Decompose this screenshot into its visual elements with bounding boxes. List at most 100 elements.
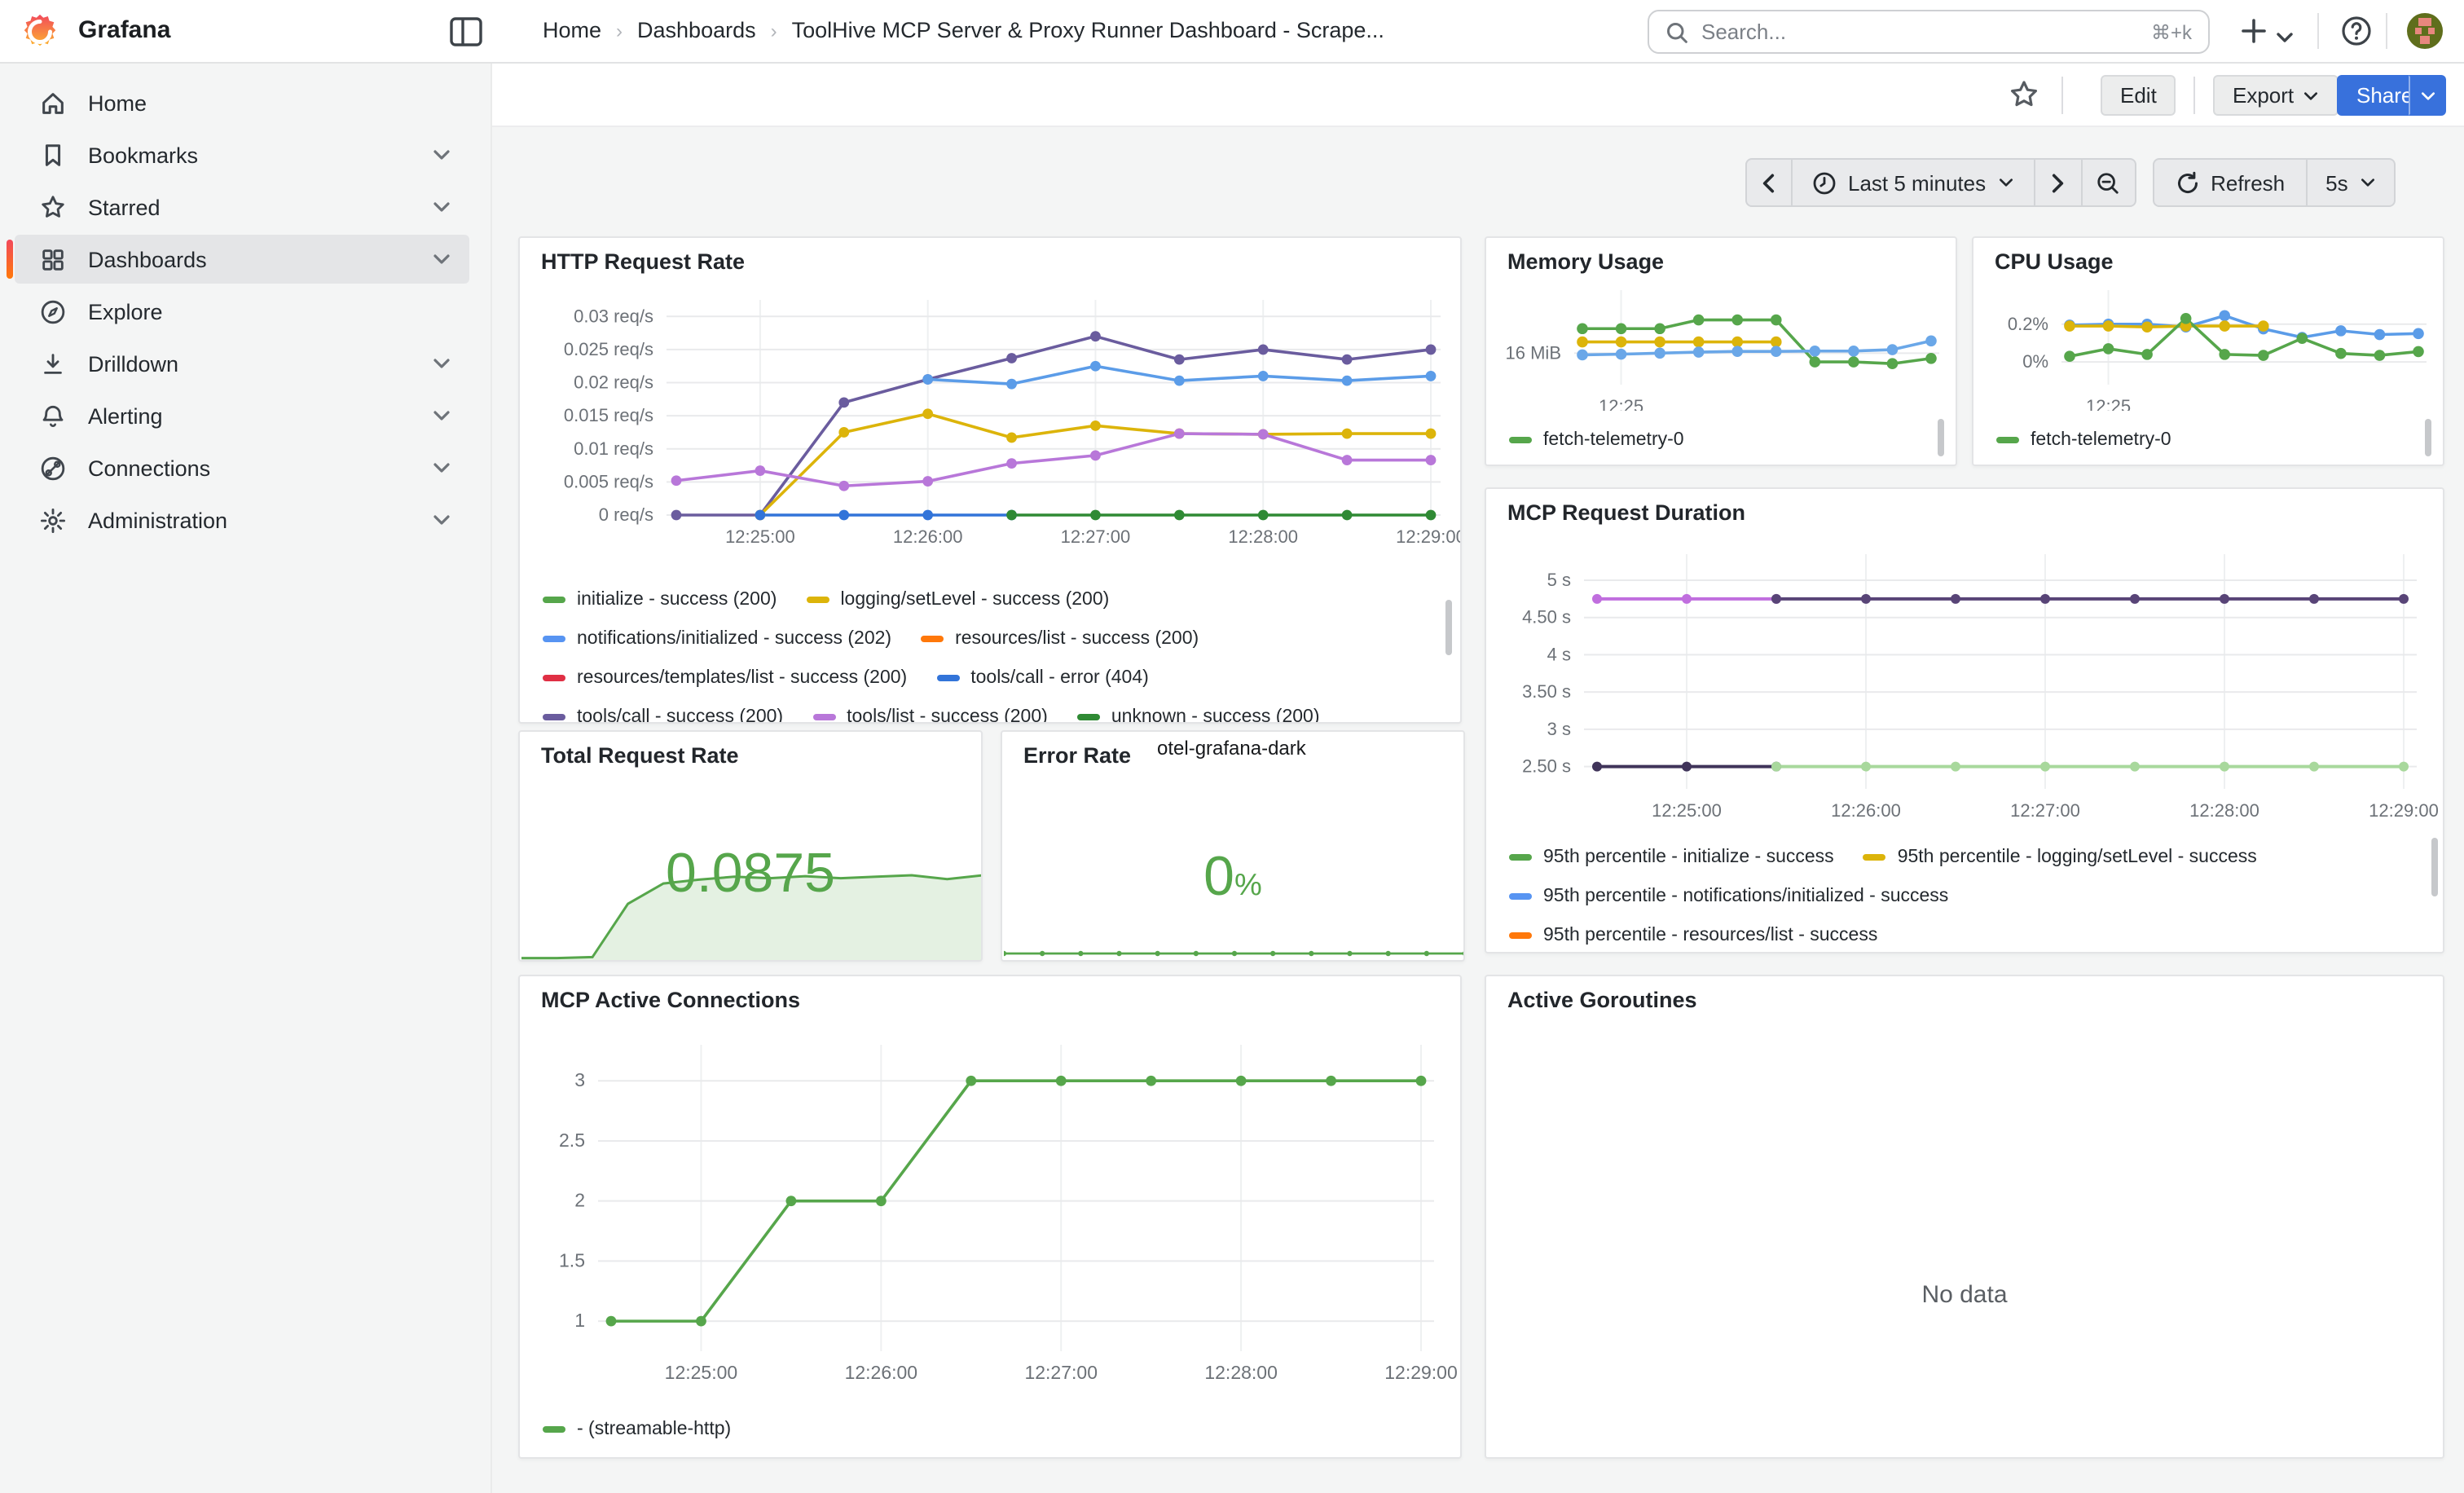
cpu-legend: fetch-telemetry-0: [1996, 421, 2404, 460]
panel-title: MCP Active Connections: [541, 988, 800, 1012]
legend-item[interactable]: unknown - success (200): [1077, 707, 1320, 724]
refresh-label: Refresh: [2211, 170, 2285, 195]
legend-item[interactable]: tools/call - success (200): [543, 707, 783, 724]
legend-item[interactable]: 95th percentile - initialize - success: [1509, 848, 1834, 867]
sidebar-item-label: Drilldown: [88, 351, 432, 376]
help-icon[interactable]: [2340, 15, 2373, 47]
svg-text:12:25:00: 12:25:00: [1652, 800, 1722, 821]
legend-item[interactable]: tools/call - error (404): [936, 668, 1149, 688]
total-request-rate-value: 0.0875: [520, 843, 981, 906]
sidebar-item-bookmarks[interactable]: Bookmarks: [15, 130, 469, 179]
refresh-interval-picker[interactable]: 5s: [2308, 158, 2395, 207]
refresh-button[interactable]: Refresh: [2152, 158, 2308, 207]
sidebar-nav: Home BookmarksStarred Dashboards Explore Dri…: [0, 64, 492, 1493]
edit-button[interactable]: Edit: [2101, 75, 2176, 116]
sidebar-toggle-icon[interactable]: [450, 16, 482, 47]
zoom-out-button[interactable]: [2082, 158, 2136, 207]
legend-scrollbar[interactable]: [2431, 838, 2438, 896]
legend-item[interactable]: fetch-telemetry-0: [1509, 430, 1684, 450]
panel-mcp-active-connections: MCP Active Connections 32.521.5112:25:00…: [518, 975, 1462, 1459]
legend-item[interactable]: tools/list - success (200): [812, 707, 1048, 724]
search-icon: [1665, 20, 1688, 43]
cpu-usage-chart: 0.2%0%12:25: [1973, 274, 2444, 411]
svg-text:12:29:00: 12:29:00: [2369, 800, 2439, 821]
legend-scrollbar[interactable]: [1445, 600, 1452, 655]
connections-legend: - (streamable-http): [543, 1410, 1439, 1449]
mcp-active-connections-chart: 32.521.5112:25:0012:26:0012:27:0012:28:0…: [520, 1019, 1462, 1403]
breadcrumb-home[interactable]: Home: [543, 18, 601, 42]
legend-item[interactable]: logging/setLevel - success (200): [806, 590, 1109, 610]
svg-text:12:27:00: 12:27:00: [2010, 800, 2080, 821]
legend-item[interactable]: resources/list - success (200): [921, 629, 1199, 649]
top-nav: Grafana Home › Dashboards › ToolHive MCP…: [0, 0, 2464, 64]
breadcrumb: Home › Dashboards › ToolHive MCP Server …: [543, 18, 1384, 42]
legend-row: initialize - success (200) logging/setLev…: [543, 580, 1445, 619]
legend-item[interactable]: 95th percentile - logging/setLevel - suc…: [1863, 848, 2257, 867]
star-button[interactable]: [2008, 78, 2040, 111]
time-range-picker[interactable]: Last 5 minutes: [1793, 158, 2035, 207]
sidebar-item-label: Explore: [88, 299, 469, 324]
legend-item[interactable]: resources/templates/list - success (200): [543, 668, 907, 688]
legend-label: tools/list - success (200): [847, 707, 1048, 724]
time-back-button[interactable]: [1745, 158, 1793, 207]
svg-text:0.01 req/s: 0.01 req/s: [574, 438, 653, 459]
breadcrumb-separator: ›: [616, 19, 623, 42]
sidebar-item-connections[interactable]: Connections: [15, 443, 469, 492]
sidebar-item-alerting[interactable]: Alerting: [15, 391, 469, 440]
svg-text:1: 1: [574, 1310, 585, 1331]
sidebar-item-administration[interactable]: Administration: [15, 495, 469, 544]
toolbar-divider: [2193, 77, 2195, 114]
chart-canvas[interactable]: 16 MiB12:25: [1486, 274, 1957, 411]
chart-canvas[interactable]: 0 req/s0.005 req/s0.01 req/s0.015 req/s0…: [520, 284, 1462, 557]
legend-row: fetch-telemetry-0: [1509, 421, 1916, 460]
legend-item[interactable]: 95th percentile - resources/list - succe…: [1509, 926, 1877, 945]
series-color-dash: [1509, 437, 1532, 443]
legend-item[interactable]: 95th percentile - notifications/initiali…: [1509, 887, 1948, 906]
sidebar-item-home[interactable]: Home: [15, 78, 469, 127]
panel-title: Active Goroutines: [1507, 988, 1697, 1012]
legend-scrollbar[interactable]: [2425, 419, 2431, 456]
svg-text:12:28:00: 12:28:00: [1228, 526, 1298, 547]
breadcrumb-dashboards[interactable]: Dashboards: [637, 18, 756, 42]
svg-text:3.50 s: 3.50 s: [1522, 681, 1571, 702]
chart-canvas[interactable]: 0.2%0%12:25: [1973, 274, 2444, 411]
add-button[interactable]: [2237, 15, 2270, 47]
share-menu-button[interactable]: [2409, 75, 2446, 116]
legend-label: fetch-telemetry-0: [2031, 430, 2171, 450]
series-color-dash: [543, 1426, 565, 1433]
svg-text:12:25:00: 12:25:00: [725, 526, 795, 547]
grafana-logo[interactable]: [20, 11, 60, 52]
chart-canvas[interactable]: 5 s4.50 s4 s3.50 s3 s2.50 s12:25:0012:26…: [1486, 531, 2444, 831]
http-request-rate-chart: 0 req/s0.005 req/s0.01 req/s0.015 req/s0…: [520, 284, 1462, 557]
chart-canvas[interactable]: 32.521.5112:25:0012:26:0012:27:0012:28:0…: [520, 1019, 1462, 1403]
svg-text:0.025 req/s: 0.025 req/s: [564, 339, 653, 359]
svg-text:12:27:00: 12:27:00: [1061, 526, 1131, 547]
chevron-down-icon: [1997, 174, 2013, 191]
export-button[interactable]: Export: [2213, 75, 2338, 116]
legend-item[interactable]: fetch-telemetry-0: [1996, 430, 2171, 450]
sidebar-item-label: Dashboards: [88, 247, 432, 271]
add-chevron-icon[interactable]: [2275, 21, 2295, 54]
home-icon: [39, 89, 67, 117]
sidebar-item-label: Alerting: [88, 403, 432, 428]
legend-item[interactable]: initialize - success (200): [543, 590, 777, 610]
http-legend: initialize - success (200) logging/setLev…: [543, 580, 1445, 724]
legend-scrollbar[interactable]: [1938, 419, 1944, 456]
sidebar-item-label: Home: [88, 90, 469, 115]
sidebar-item-drilldown[interactable]: Drilldown: [15, 339, 469, 388]
svg-text:4.50 s: 4.50 s: [1522, 607, 1571, 628]
series-color-dash: [1077, 714, 1100, 720]
series-color-dash: [1863, 854, 1886, 861]
series-color-dash: [1509, 932, 1532, 939]
search-input[interactable]: Search... ⌘+k: [1648, 10, 2210, 54]
breadcrumb-separator: ›: [771, 19, 777, 42]
legend-item[interactable]: - (streamable-http): [543, 1420, 731, 1439]
legend-item[interactable]: notifications/initialized - success (202…: [543, 629, 891, 649]
legend-label: 95th percentile - logging/setLevel - suc…: [1898, 848, 2257, 867]
time-forward-button[interactable]: [2035, 158, 2082, 207]
sidebar-item-explore[interactable]: Explore: [15, 287, 469, 336]
legend-row: - (streamable-http): [543, 1410, 1439, 1449]
sidebar-item-dashboards[interactable]: Dashboards: [15, 235, 469, 284]
user-avatar[interactable]: [2407, 13, 2443, 49]
sidebar-item-starred[interactable]: Starred: [15, 183, 469, 231]
